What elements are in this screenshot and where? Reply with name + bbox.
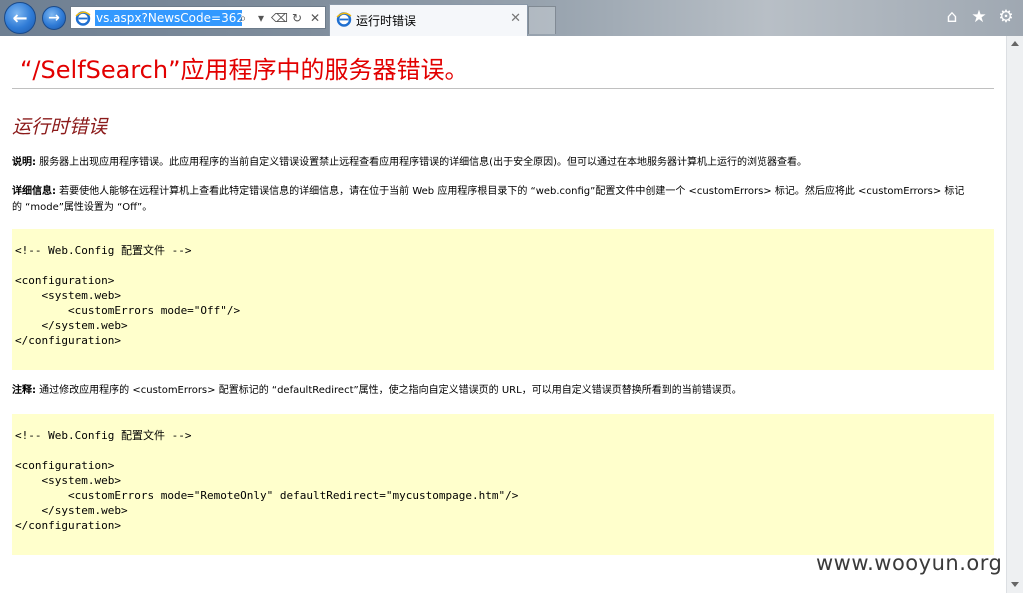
scroll-up-arrow-icon[interactable]: [1011, 41, 1019, 46]
settings-gear-icon[interactable]: ⚙: [997, 8, 1015, 26]
tab-close-icon[interactable]: ✕: [510, 11, 521, 26]
page-title: “/SelfSearch”应用程序中的服务器错误。: [20, 56, 469, 84]
details-label: 详细信息:: [12, 186, 56, 197]
details-paragraph: 详细信息: 若要使他人能够在远程计算机上查看此特定错误信息的详细信息，请在位于当…: [12, 184, 972, 216]
code-sample-1: <!-- Web.Config 配置文件 --> <configuration>…: [15, 244, 241, 347]
title-divider: [12, 88, 994, 89]
code-block-2: <!-- Web.Config 配置文件 --> <configuration>…: [12, 414, 994, 555]
forward-button[interactable]: →: [42, 6, 66, 30]
address-url-text[interactable]: vs.aspx?NewsCode=362: [95, 10, 242, 26]
page-content: “/SelfSearch”应用程序中的服务器错误。 运行时错误 说明: 服务器上…: [0, 36, 1006, 593]
scroll-down-arrow-icon[interactable]: [1011, 582, 1019, 587]
back-button[interactable]: ←: [4, 2, 36, 34]
browser-toolbar: ← → vs.aspx?NewsCode=362 ⌕ ▾ ⌫ ↻ ✕ 运行时错误…: [0, 0, 1023, 36]
stop-icon[interactable]: ✕: [307, 9, 323, 27]
notes-paragraph: 注释: 通过修改应用程序的 <customErrors> 配置标记的 “defa…: [12, 383, 972, 399]
description-label: 说明:: [12, 157, 36, 168]
forward-arrow-icon: →: [48, 10, 60, 26]
watermark: www.wooyun.org: [816, 551, 1003, 575]
ie-logo-icon: [336, 12, 352, 27]
address-bar[interactable]: vs.aspx?NewsCode=362 ⌕ ▾ ⌫ ↻ ✕: [70, 6, 326, 29]
ie-logo-icon: [75, 11, 91, 26]
code-sample-2: <!-- Web.Config 配置文件 --> <configuration>…: [15, 429, 519, 532]
dropdown-chevron-icon[interactable]: ▾: [253, 9, 269, 27]
page-subtitle: 运行时错误: [12, 116, 108, 138]
back-arrow-icon: ←: [12, 7, 28, 29]
home-icon[interactable]: ⌂: [943, 8, 961, 26]
favorites-star-icon[interactable]: ★: [970, 8, 988, 26]
search-icon[interactable]: ⌕: [235, 9, 251, 27]
code-block-1: <!-- Web.Config 配置文件 --> <configuration>…: [12, 229, 994, 370]
notes-label: 注释:: [12, 385, 36, 396]
tab-title: 运行时错误: [356, 14, 417, 28]
description-paragraph: 说明: 服务器上出现应用程序错误。此应用程序的当前自定义错误设置禁止远程查看应用…: [12, 155, 972, 171]
vertical-scrollbar[interactable]: [1006, 36, 1023, 593]
refresh-icon[interactable]: ↻: [289, 9, 305, 27]
details-text: 若要使他人能够在远程计算机上查看此特定错误信息的详细信息，请在位于当前 Web …: [12, 186, 965, 213]
compatibility-view-icon[interactable]: ⌫: [271, 9, 288, 27]
description-text: 服务器上出现应用程序错误。此应用程序的当前自定义错误设置禁止远程查看应用程序错误…: [36, 157, 807, 168]
notes-text: 通过修改应用程序的 <customErrors> 配置标记的 “defaultR…: [36, 385, 742, 396]
new-tab-button[interactable]: [528, 6, 556, 34]
tab-runtime-error[interactable]: 运行时错误 ✕: [329, 4, 528, 36]
